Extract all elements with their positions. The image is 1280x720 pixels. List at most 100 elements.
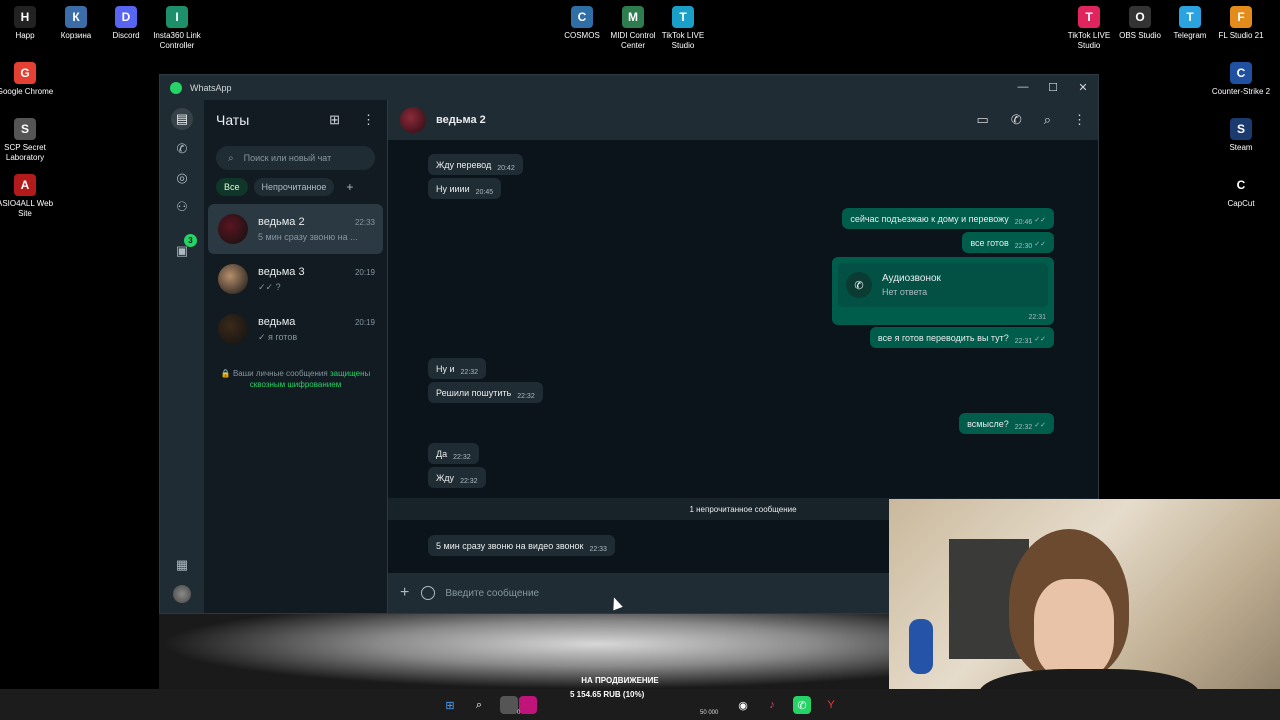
steam-icon: S <box>1230 118 1252 140</box>
new-chat-icon[interactable]: ⊞ <box>329 112 340 128</box>
conversation-header[interactable]: ведьма 2 ▭ ✆ ⌕ ⋮ <box>388 100 1098 140</box>
chat-avatar <box>218 214 248 244</box>
search-placeholder: Поиск или новый чат <box>243 153 332 163</box>
call-title: Аудиозвонок <box>882 273 941 284</box>
promo-text: НА ПРОДВИЖЕНИЕ <box>581 676 659 685</box>
media-icon[interactable]: ▦ <box>171 554 193 576</box>
desktop-shortcut-label: Insta360 Link Controller <box>153 31 201 50</box>
cosmos-icon: C <box>571 6 593 28</box>
chat-list-item[interactable]: ведьма 2 22:33 5 мин сразу звоню на ... <box>208 204 383 254</box>
attach-icon[interactable]: + <box>400 584 409 602</box>
e2e-notice: 🔒 Ваши личные сообщения защищены сквозны… <box>204 354 387 404</box>
search-input[interactable]: ⌕ Поиск или новый чат <box>216 146 375 170</box>
tiktok-live-icon: T <box>1078 6 1100 28</box>
maximize-button[interactable]: ☐ <box>1038 81 1068 94</box>
discord-icon[interactable]: ◉ <box>734 696 752 714</box>
desktop-shortcut[interactable]: I Insta360 Link Controller <box>147 6 207 51</box>
message-bubble: Да 22:32 <box>428 443 479 464</box>
capcut-icon: C <box>1230 174 1252 196</box>
emoji-icon[interactable] <box>421 586 436 600</box>
message-bubble: сейчас подъезжаю к дому и перевожу 20:46 ✓… <box>842 208 1054 229</box>
video-call-icon[interactable]: ▭ <box>977 112 989 128</box>
desktop-shortcut-label: Counter-Strike 2 <box>1211 87 1271 96</box>
calls-icon[interactable]: ✆ <box>171 138 193 160</box>
desktop-shortcut[interactable]: A ASIO4ALL Web Site <box>0 174 55 219</box>
app-icon[interactable] <box>519 696 537 714</box>
asio-icon: A <box>14 174 36 196</box>
desktop-shortcut[interactable]: S SCP Secret Laboratory <box>0 118 55 163</box>
search-icon[interactable]: ⌕ <box>1044 112 1051 128</box>
desktop-shortcut-label: CapCut <box>1227 199 1255 208</box>
desktop-shortcut-label: ASIO4ALL Web Site <box>0 199 54 218</box>
stream-background <box>159 614 889 689</box>
taskview-icon[interactable] <box>500 696 518 714</box>
chat-list-item[interactable]: ведьма 3 20:19 ✓✓ ? <box>208 254 383 304</box>
desktop-shortcut[interactable]: C Counter-Strike 2 <box>1211 62 1271 97</box>
chat-preview: 5 мин сразу звоню на ... <box>258 232 358 242</box>
desktop-shortcut[interactable]: G Google Chrome <box>0 62 55 97</box>
whatsapp-icon[interactable]: ✆ <box>793 696 811 714</box>
menu-icon[interactable]: ⋮ <box>1073 112 1086 128</box>
message-bubble: все готов 22:30 ✓✓ <box>962 232 1054 253</box>
donation-goal: 5 154.65 RUB (10%) <box>570 690 645 699</box>
message-bubble: Ну ииии 20:45 <box>428 178 502 199</box>
menu-icon[interactable]: ⋮ <box>362 112 375 128</box>
read-ticks-icon: ✓✓ <box>1034 217 1046 224</box>
happ-icon: H <box>14 6 36 28</box>
recycle-bin-icon: К <box>65 6 87 28</box>
title-bar: WhatsApp — ☐ ✕ <box>160 75 1098 100</box>
read-ticks-icon: ✓✓ <box>1034 422 1046 429</box>
add-filter-icon[interactable]: + <box>340 178 359 196</box>
chat-time: 22:33 <box>354 218 375 227</box>
obs-icon: O <box>1129 6 1151 28</box>
chat-list-panel: Чаты ⊞ ⋮ ⌕ Поиск или новый чат Все Непро… <box>204 100 388 613</box>
message-bubble: Ну и 22:32 <box>428 358 487 379</box>
voice-call-icon[interactable]: ✆ <box>1011 112 1022 128</box>
message-bubble: всмысле? 22:32 ✓✓ <box>959 413 1054 434</box>
chats-icon[interactable]: ▤ <box>171 108 193 130</box>
discord-icon: D <box>115 6 137 28</box>
nav-rail: ▤ ✆ ◎ ⚇ ▣ 3 ▦ <box>160 100 204 613</box>
chat-name: ведьма 2 <box>258 216 305 228</box>
read-ticks-icon: ✓✓ <box>1034 241 1046 248</box>
archive-icon[interactable]: ▣ 3 <box>171 234 197 262</box>
scp-icon: S <box>14 118 36 140</box>
search-icon[interactable]: ⌕ <box>470 696 488 714</box>
chat-avatar <box>218 314 248 344</box>
read-ticks-icon: ✓✓ <box>1034 336 1046 343</box>
minimize-button[interactable]: — <box>1008 81 1038 94</box>
tiktok-icon[interactable]: ♪ <box>763 696 781 714</box>
desktop-shortcut[interactable]: F FL Studio 21 <box>1211 6 1271 41</box>
filter-chips: Все Непрочитанное + <box>204 170 387 204</box>
yandex-browser-icon[interactable]: Y <box>822 696 840 714</box>
message-bubble: все я готов переводить вы тут? 22:31 ✓✓ <box>869 327 1054 348</box>
message-input[interactable]: Введите сообщение <box>445 588 539 599</box>
updates-badge: 3 <box>184 234 197 247</box>
desktop-shortcut[interactable]: C CapCut <box>1211 174 1271 209</box>
contact-name[interactable]: ведьма 2 <box>436 114 486 126</box>
desktop-shortcut[interactable]: T TikTok LIVE Studio <box>653 6 713 51</box>
desktop-shortcut-label: FL Studio 21 <box>1218 31 1264 40</box>
filter-all[interactable]: Все <box>216 178 248 196</box>
contact-avatar[interactable] <box>400 107 426 133</box>
profile-avatar[interactable] <box>173 585 191 603</box>
fl-studio-icon: F <box>1230 6 1252 28</box>
start-icon[interactable]: ⊞ <box>441 696 459 714</box>
search-icon: ⌕ <box>228 152 234 164</box>
call-time: 22:31 <box>1028 314 1046 321</box>
status-icon[interactable]: ◎ <box>171 167 193 189</box>
call-status: Нет ответа <box>882 287 928 297</box>
desktop-shortcut-label: TikTok LIVE Studio <box>661 31 705 50</box>
chat-list-item[interactable]: ведьма 20:19 ✓ я готов <box>208 304 383 354</box>
call-bubble[interactable]: ✆ Аудиозвонок Нет ответа 22:31 <box>832 257 1054 325</box>
missed-call-icon: ✆ <box>846 272 872 298</box>
close-button[interactable]: ✕ <box>1068 81 1098 94</box>
desktop-shortcut[interactable]: S Steam <box>1211 118 1271 153</box>
message-bubble: Жду перевод 20:42 <box>428 154 523 175</box>
microphone-icon <box>909 619 933 674</box>
goal-start: 0 <box>517 710 521 716</box>
desktop-shortcut-label: Google Chrome <box>0 87 54 96</box>
communities-icon[interactable]: ⚇ <box>171 196 193 218</box>
whatsapp-logo-icon <box>170 81 182 94</box>
filter-unread[interactable]: Непрочитанное <box>253 178 335 196</box>
